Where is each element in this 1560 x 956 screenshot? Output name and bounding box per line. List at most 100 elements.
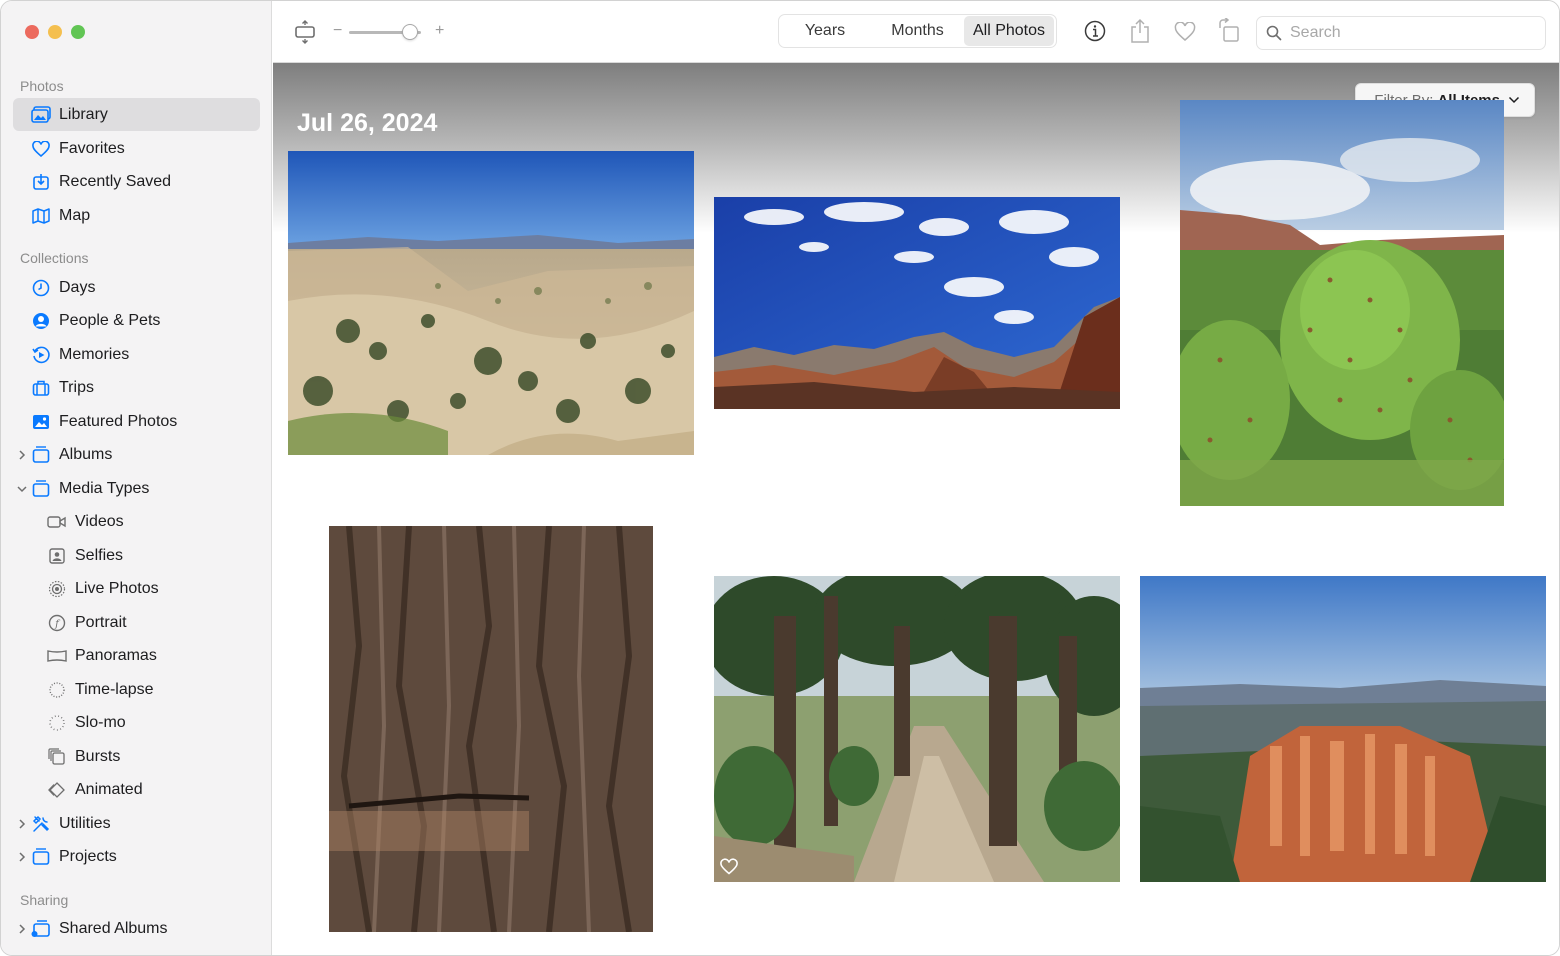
segment-years[interactable]: Years	[779, 16, 871, 46]
date-header: Jul 26, 2024	[297, 109, 438, 137]
video-icon	[47, 512, 67, 532]
rotate-icon[interactable]	[1217, 17, 1241, 45]
chevron-right-icon[interactable]	[16, 449, 28, 461]
sidebar-item-shared-albums[interactable]: Shared Albums	[13, 912, 260, 945]
sidebar-item-library[interactable]: Library	[13, 98, 260, 131]
aspect-ratio-icon[interactable]	[293, 19, 317, 45]
heart-icon[interactable]	[1173, 20, 1197, 44]
sidebar-item-label: Portrait	[75, 613, 127, 631]
sidebar-item-label: Bursts	[75, 747, 121, 765]
photo-forest-trail[interactable]	[714, 576, 1120, 882]
sidebar-item-albums[interactable]: Albums	[13, 438, 260, 471]
featured-photos-icon	[31, 412, 51, 432]
animated-icon	[47, 780, 67, 800]
search-input[interactable]	[1290, 24, 1520, 42]
minimize-button[interactable]	[48, 25, 62, 39]
suitcase-icon	[31, 378, 51, 398]
sidebar-item-trips[interactable]: Trips	[13, 371, 260, 404]
sidebar-item-label: Selfies	[75, 546, 124, 564]
sidebar-item-selfies[interactable]: Selfies	[13, 539, 260, 572]
zoom-slider-knob[interactable]	[402, 24, 419, 40]
sidebar-item-label: Library	[59, 105, 108, 123]
segment-all-photos[interactable]: All Photos	[964, 16, 1054, 46]
sidebar-item-time-lapse[interactable]: Time-lapse	[13, 673, 260, 706]
section-label-sharing: Sharing	[20, 892, 69, 908]
sidebar-item-live-photos[interactable]: Live Photos	[13, 572, 260, 605]
search-icon	[1266, 25, 1282, 41]
sidebar-item-videos[interactable]: Videos	[13, 505, 260, 538]
sidebar-item-projects[interactable]: Projects	[13, 840, 260, 873]
sidebar-item-featured-photos[interactable]: Featured Photos	[13, 405, 260, 438]
sidebar-item-panoramas[interactable]: Panoramas	[13, 639, 260, 672]
zoom-button[interactable]	[71, 25, 85, 39]
timelapse-icon	[47, 680, 67, 700]
photo-grid: Jul 26, 2024 Filter By: All Items	[273, 63, 1559, 955]
live-photo-icon	[47, 579, 67, 599]
sidebar-item-portrait[interactable]: f Portrait	[13, 606, 260, 639]
slomo-icon	[47, 713, 67, 733]
sidebar-item-favorites[interactable]: Favorites	[13, 132, 260, 165]
library-icon	[31, 105, 51, 125]
panorama-icon	[47, 646, 67, 666]
share-icon[interactable]	[1128, 17, 1152, 45]
chevron-right-icon[interactable]	[16, 851, 28, 863]
recently-saved-icon	[31, 172, 51, 192]
sidebar-item-label: Shared Albums	[59, 919, 168, 937]
sidebar-item-label: Videos	[75, 512, 124, 530]
sidebar: Photos Library Favorites Recently Saved …	[1, 1, 272, 955]
sidebar-item-label: Media Types	[59, 479, 150, 497]
sidebar-item-label: Recently Saved	[59, 172, 172, 190]
zoom-out-button[interactable]: −	[333, 22, 342, 40]
photo-prickly-pear-cactus[interactable]	[1180, 100, 1504, 506]
folder-icon	[31, 479, 51, 499]
person-icon	[31, 311, 51, 331]
sidebar-item-label: Favorites	[59, 139, 125, 157]
zoom-in-button[interactable]: +	[435, 22, 444, 40]
folder-icon	[31, 847, 51, 867]
sidebar-item-map[interactable]: Map	[13, 199, 260, 232]
selfie-icon	[47, 546, 67, 566]
info-icon[interactable]	[1083, 19, 1107, 43]
sidebar-item-label: Slo-mo	[75, 713, 126, 731]
chevron-right-icon[interactable]	[16, 923, 28, 935]
toolbar: − + Years Months All Photos	[273, 1, 1559, 63]
sidebar-item-label: Albums	[59, 445, 113, 463]
sidebar-item-label: People & Pets	[59, 311, 161, 329]
photo-hoodoo-canyon[interactable]	[1140, 576, 1546, 882]
sidebar-item-recently-saved[interactable]: Recently Saved	[13, 165, 260, 198]
sidebar-item-animated[interactable]: Animated	[13, 773, 260, 806]
clock-icon	[31, 278, 51, 298]
shared-albums-icon	[31, 919, 51, 939]
sidebar-item-utilities[interactable]: Utilities	[13, 807, 260, 840]
sidebar-item-label: Panoramas	[75, 646, 157, 664]
chevron-down-icon[interactable]	[16, 483, 28, 495]
utilities-icon	[31, 814, 51, 834]
sidebar-item-label: Live Photos	[75, 579, 159, 597]
section-label-photos: Photos	[20, 78, 64, 94]
folder-icon	[31, 445, 51, 465]
segment-months[interactable]: Months	[871, 16, 964, 46]
photo-tree-bark[interactable]	[329, 526, 653, 932]
close-button[interactable]	[25, 25, 39, 39]
sidebar-item-label: Days	[59, 278, 96, 296]
view-segmented-control: Years Months All Photos	[778, 14, 1057, 48]
sidebar-item-days[interactable]: Days	[13, 271, 260, 304]
chevron-right-icon[interactable]	[16, 818, 28, 830]
photo-desert-overlook[interactable]	[288, 151, 694, 455]
sidebar-item-media-types[interactable]: Media Types	[13, 472, 260, 505]
bursts-icon	[47, 747, 67, 767]
sidebar-item-label: Utilities	[59, 814, 111, 832]
sidebar-item-label: Map	[59, 206, 91, 224]
sidebar-item-slo-mo[interactable]: Slo-mo	[13, 706, 260, 739]
sidebar-item-label: Projects	[59, 847, 117, 865]
favorite-heart-icon	[720, 858, 738, 876]
sidebar-item-memories[interactable]: Memories	[13, 338, 260, 371]
sidebar-item-label: Trips	[59, 378, 94, 396]
chevron-down-icon	[1508, 96, 1520, 104]
photo-sky-canyon-cliffs[interactable]	[714, 197, 1120, 409]
memories-icon	[31, 345, 51, 365]
sidebar-item-people-pets[interactable]: People & Pets	[13, 304, 260, 337]
sidebar-item-label: Memories	[59, 345, 130, 363]
search-field[interactable]	[1256, 16, 1546, 50]
sidebar-item-bursts[interactable]: Bursts	[13, 740, 260, 773]
